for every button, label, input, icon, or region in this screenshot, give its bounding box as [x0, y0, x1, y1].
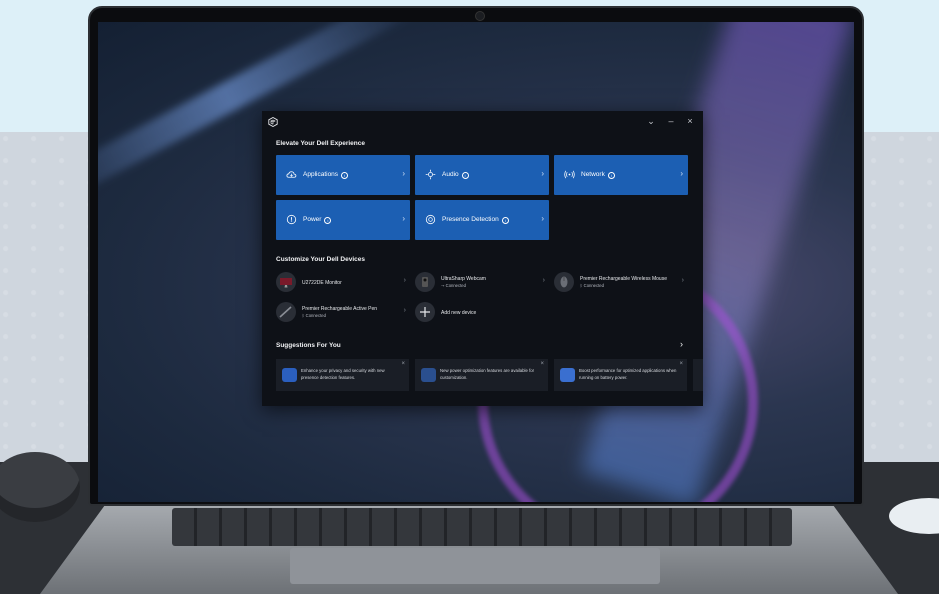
suggestion-card-partial[interactable]	[693, 359, 703, 391]
battery-icon	[421, 368, 436, 382]
info-icon[interactable]: i	[324, 217, 332, 224]
presence-detection-icon	[282, 368, 297, 382]
tile-presence-detection[interactable]: Presence Detection i ›	[415, 200, 549, 240]
monitor-icon	[276, 272, 296, 292]
section-title-devices: Customize Your Dell Devices	[276, 256, 365, 263]
chevron-right-icon: ›	[402, 169, 405, 178]
tile-label: Power i	[303, 216, 332, 224]
dismiss-icon[interactable]: ×	[401, 361, 405, 367]
tile-network[interactable]: Network i ›	[554, 155, 688, 195]
device-monitor[interactable]: U2722DE Monitor ›	[276, 271, 410, 295]
title-bar: ⌄ – ×	[262, 111, 703, 133]
tile-label: Network i	[581, 171, 615, 179]
cloud-icon	[286, 171, 297, 178]
pen-icon	[276, 302, 296, 322]
suggestion-card[interactable]: Boost performance for optimized applicat…	[554, 359, 687, 391]
suggestion-card[interactable]: New power optimization features are avai…	[415, 359, 548, 391]
tile-applications[interactable]: Applications i ›	[276, 155, 410, 195]
laptop-touchpad	[290, 548, 660, 584]
tile-label: Presence Detection i	[442, 216, 509, 224]
tile-audio[interactable]: Audio i ›	[415, 155, 549, 195]
device-webcam[interactable]: UltraSharp Webcam ⊸ Connected ›	[415, 271, 549, 295]
device-pen[interactable]: Premier Rechargeable Active Pen ᛒ Connec…	[276, 301, 410, 325]
chevron-right-icon: ›	[680, 169, 683, 178]
mouse-icon	[554, 272, 574, 292]
suggestions-next-button[interactable]: ›	[680, 339, 683, 349]
tile-label: Applications i	[303, 171, 349, 179]
chevron-right-icon: ›	[403, 277, 406, 284]
minimize-button[interactable]: –	[665, 116, 677, 126]
dismiss-icon[interactable]: ×	[679, 361, 683, 367]
chevron-right-icon: ›	[403, 307, 406, 314]
info-icon[interactable]: i	[501, 217, 509, 224]
tile-power[interactable]: Power i ›	[276, 200, 410, 240]
network-icon	[564, 170, 575, 179]
chevron-right-icon: ›	[402, 214, 405, 223]
section-title-suggestions: Suggestions For You	[276, 342, 341, 349]
suggestion-card[interactable]: Enhance your privacy and security with n…	[276, 359, 409, 391]
power-icon	[286, 214, 297, 225]
chevron-right-icon: ›	[541, 214, 544, 223]
webcam-device-icon	[415, 272, 435, 292]
section-title-experience: Elevate Your Dell Experience	[276, 140, 365, 147]
dell-logo-icon	[268, 117, 278, 127]
chevron-right-icon: ›	[681, 277, 684, 284]
laptop-keyboard	[172, 508, 792, 546]
performance-icon	[560, 368, 575, 382]
plus-icon	[415, 302, 435, 322]
webcam-icon	[475, 11, 485, 21]
tile-label: Audio i	[442, 171, 469, 179]
add-device-button[interactable]: Add new device	[415, 301, 549, 325]
dismiss-icon[interactable]: ×	[540, 361, 544, 367]
chevron-right-icon: ›	[541, 169, 544, 178]
info-icon[interactable]: i	[341, 172, 349, 179]
presence-icon	[425, 214, 436, 225]
info-icon[interactable]: i	[607, 172, 615, 179]
device-mouse[interactable]: Premier Rechargeable Wireless Mouse ᛒ Co…	[554, 271, 688, 295]
close-button[interactable]: ×	[684, 116, 696, 126]
dell-app-window: ⌄ – × Elevate Your Dell Experience Appli…	[262, 111, 703, 406]
collapse-button[interactable]: ⌄	[645, 116, 657, 126]
info-icon[interactable]: i	[461, 172, 469, 179]
audio-icon	[425, 169, 436, 180]
chevron-right-icon: ›	[542, 277, 545, 284]
